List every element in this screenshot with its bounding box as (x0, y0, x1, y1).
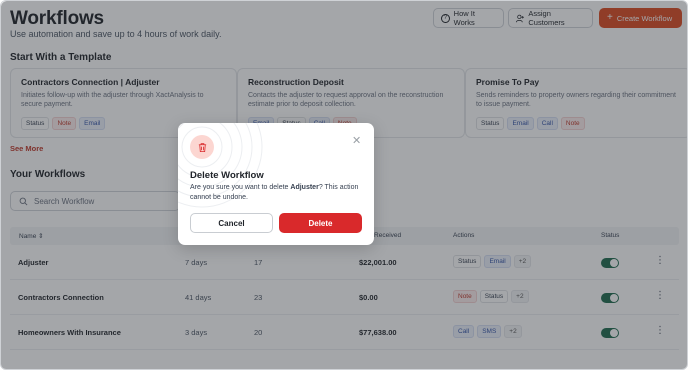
dialog-message: Are you sure you want to delete Adjuster… (190, 183, 362, 203)
trash-icon (198, 142, 206, 152)
delete-button[interactable]: Delete (279, 213, 362, 233)
app-window: Workflows Use automation and save up to … (0, 0, 688, 370)
cancel-button[interactable]: Cancel (190, 213, 273, 233)
delete-workflow-dialog: ✕ Delete Workflow Are you sure you want … (178, 123, 374, 245)
dialog-workflow-name: Adjuster (290, 184, 319, 191)
trash-icon-badge (190, 135, 214, 159)
dialog-title: Delete Workflow (190, 170, 264, 181)
close-icon[interactable]: ✕ (352, 134, 361, 147)
dialog-message-start: Are you sure you want to delete (190, 184, 291, 191)
